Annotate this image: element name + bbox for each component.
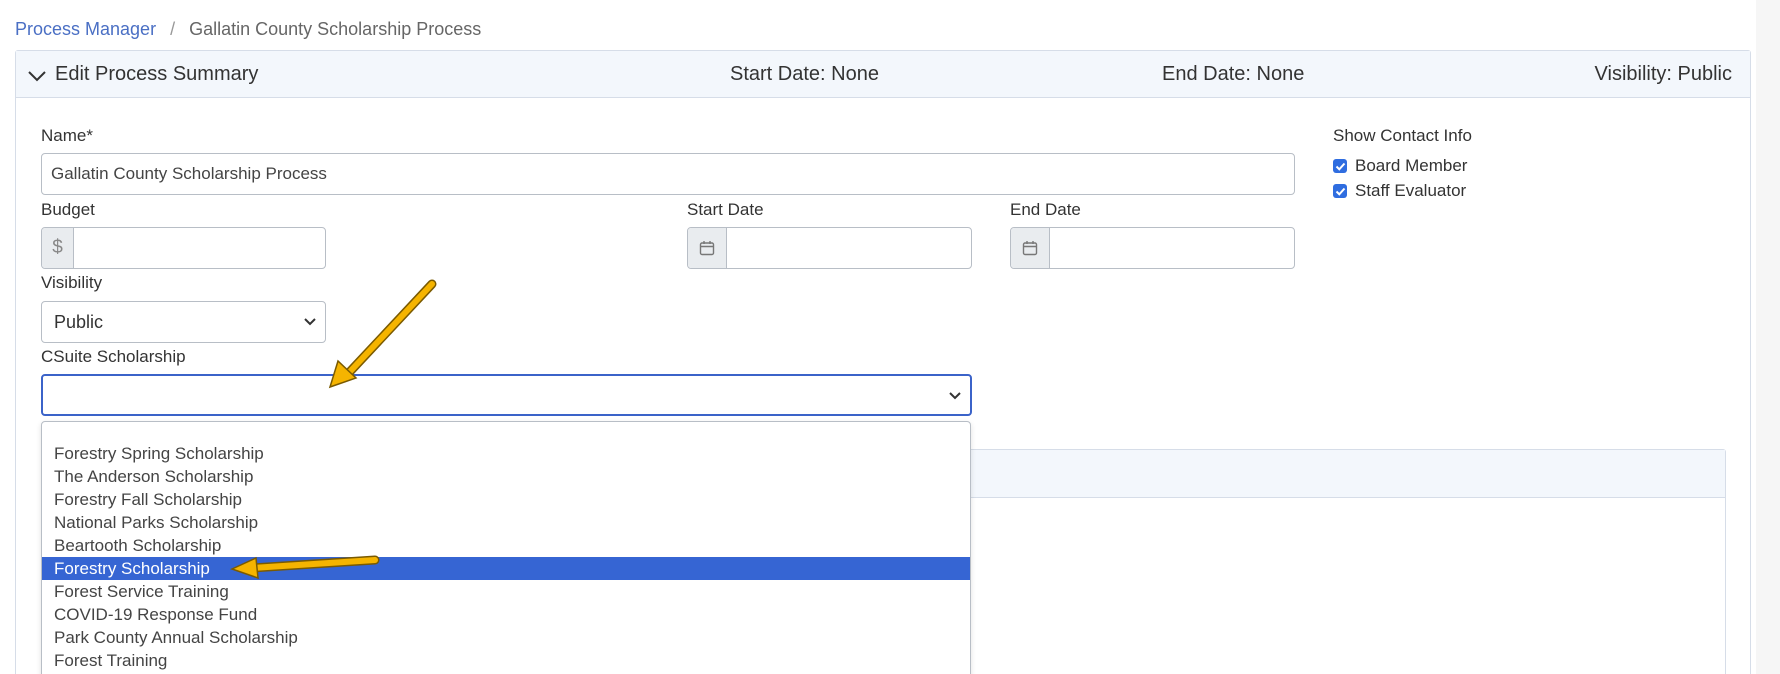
checkmark-icon[interactable] bbox=[1333, 184, 1347, 198]
chevron-down-icon bbox=[304, 318, 316, 326]
start-date-input[interactable] bbox=[727, 228, 971, 268]
start-date-label: Start Date bbox=[687, 200, 764, 219]
dropdown-option[interactable]: National Parks Scholarship bbox=[42, 511, 970, 534]
dropdown-option[interactable]: Forestry Spring Scholarship bbox=[42, 442, 970, 465]
calendar-icon[interactable] bbox=[688, 228, 727, 268]
board-member-checkbox-row[interactable]: Board Member bbox=[1333, 156, 1467, 176]
end-date-field[interactable] bbox=[1010, 227, 1295, 269]
calendar-icon[interactable] bbox=[1011, 228, 1050, 268]
name-input[interactable]: Gallatin County Scholarship Process bbox=[41, 153, 1295, 195]
name-label: Name* bbox=[41, 126, 93, 145]
chevron-down-icon bbox=[949, 392, 961, 400]
dropdown-option[interactable]: Beartooth Scholarship bbox=[42, 534, 970, 557]
dropdown-option[interactable]: Forest Service Training bbox=[42, 580, 970, 603]
header-visibility: Visibility: Public bbox=[1594, 63, 1732, 85]
breadcrumb-current: Gallatin County Scholarship Process bbox=[189, 19, 482, 39]
board-member-label: Board Member bbox=[1355, 156, 1468, 175]
breadcrumb-separator: / bbox=[170, 19, 176, 39]
background-panel bbox=[956, 449, 1726, 674]
budget-field[interactable]: $ bbox=[41, 227, 326, 269]
visibility-label: Visibility bbox=[41, 273, 103, 292]
breadcrumb-process-manager-link[interactable]: Process Manager bbox=[15, 19, 156, 40]
header-end-date: End Date: None bbox=[1162, 63, 1305, 85]
budget-input[interactable] bbox=[74, 228, 325, 268]
header-start-date: Start Date: None bbox=[730, 63, 879, 85]
show-contact-info-label: Show Contact Info bbox=[1333, 126, 1472, 145]
chevron-down-icon[interactable] bbox=[26, 65, 48, 87]
visibility-value: Public bbox=[54, 312, 104, 332]
dropdown-option[interactable]: Forestry Fall Scholarship bbox=[42, 488, 970, 511]
start-date-field[interactable] bbox=[687, 227, 972, 269]
dropdown-option[interactable]: The Anderson Scholarship bbox=[42, 465, 970, 488]
staff-evaluator-checkbox-row[interactable]: Staff Evaluator bbox=[1333, 181, 1466, 201]
csuite-scholarship-label: CSuite Scholarship bbox=[41, 347, 186, 366]
budget-label: Budget bbox=[41, 200, 95, 219]
dollar-sign-icon: $ bbox=[42, 228, 74, 268]
dropdown-option-selected[interactable]: Forestry Scholarship bbox=[42, 557, 970, 580]
visibility-select[interactable]: Public bbox=[41, 301, 326, 343]
background-panel-header bbox=[957, 450, 1725, 498]
csuite-scholarship-select[interactable] bbox=[41, 374, 972, 416]
checkmark-icon[interactable] bbox=[1333, 159, 1347, 173]
section-title: Edit Process Summary bbox=[55, 63, 259, 85]
dropdown-option[interactable]: COVID-19 Response Fund bbox=[42, 603, 970, 626]
breadcrumb: Process Manager / Gallatin County Schola… bbox=[15, 19, 481, 40]
end-date-input[interactable] bbox=[1050, 228, 1294, 268]
process-summary-header[interactable]: Edit Process Summary Start Date: None En… bbox=[16, 51, 1750, 98]
dropdown-option[interactable]: Park County Annual Scholarship bbox=[42, 626, 970, 649]
dropdown-option[interactable]: Forest Training bbox=[42, 649, 970, 672]
end-date-label: End Date bbox=[1010, 200, 1081, 219]
page-scrollbar[interactable] bbox=[1756, 0, 1780, 674]
staff-evaluator-label: Staff Evaluator bbox=[1355, 181, 1467, 200]
csuite-scholarship-dropdown[interactable]: Forestry Spring Scholarship The Anderson… bbox=[41, 421, 971, 674]
